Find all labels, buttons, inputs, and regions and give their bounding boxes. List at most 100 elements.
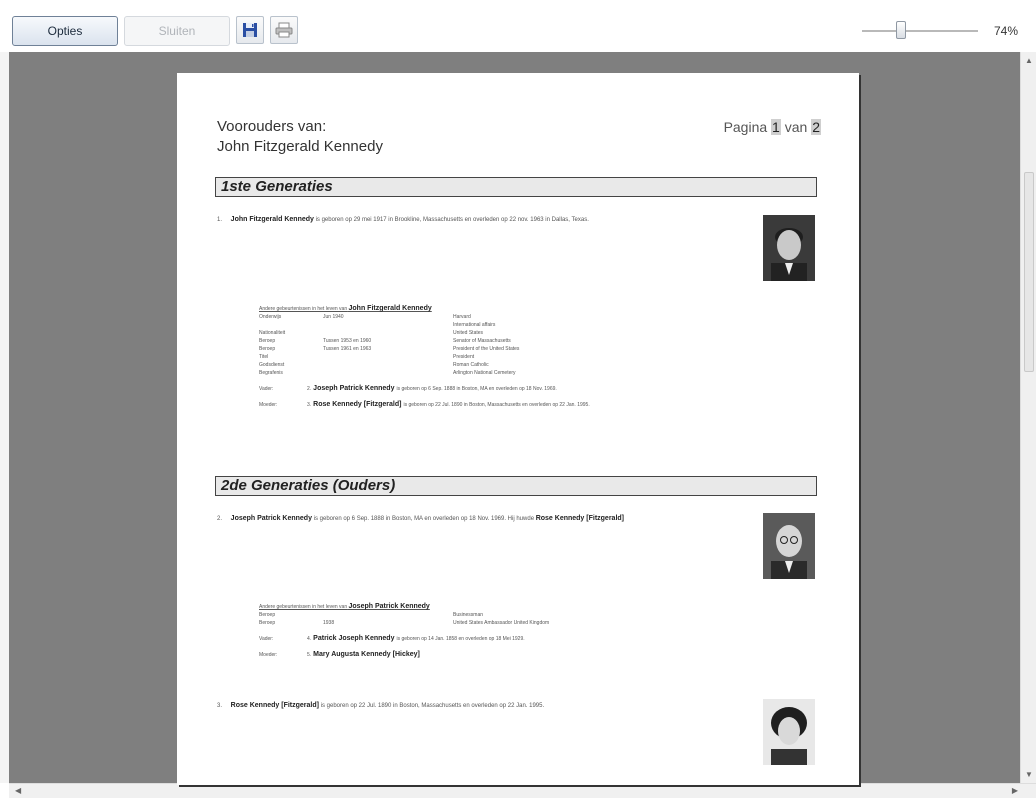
event-date: 1938 (323, 620, 335, 626)
person-description: is geboren op 6 Sep. 1888 in Boston, MA … (313, 516, 535, 522)
event-type: Beroep (259, 338, 276, 344)
person-name: John Fitzgerald Kennedy (230, 216, 314, 223)
other-events-person: John Fitzgerald Kennedy (348, 305, 432, 312)
report-title: Voorouders van: John Fitzgerald Kennedy (217, 117, 383, 157)
event-row: Beroep Businessman (259, 611, 799, 619)
father-description: is geboren op 14 Jan. 1858 en overleden … (396, 636, 525, 642)
print-button[interactable] (270, 16, 298, 44)
zoom-slider-thumb[interactable] (896, 21, 906, 39)
event-value: Businessman (453, 612, 484, 618)
father-name: Joseph Patrick Kennedy (313, 385, 395, 392)
event-date (323, 329, 453, 337)
father-row: Vader: 4. Patrick Joseph Kennedy is gebo… (259, 635, 799, 643)
horizontal-scrollbar[interactable]: ◀ ▶ (9, 783, 1036, 798)
father-row: Vader: 2. Joseph Patrick Kennedy is gebo… (259, 385, 799, 393)
entry-number: 3. (217, 703, 223, 709)
vertical-scroll-thumb[interactable] (1024, 172, 1034, 372)
event-date (323, 361, 453, 369)
event-rows: Beroep Businessman Beroep 1938 United States… (259, 611, 799, 627)
person-entry-1: 1. John Fitzgerald Kennedy is geboren op… (217, 215, 717, 225)
event-type: Beroep (259, 612, 276, 618)
other-events-label: Andere gebeurtenissen in het leven van (259, 306, 348, 312)
zoom-percentage: 74% (994, 24, 1019, 38)
event-row: Beroep Tussen 1953 en 1960 Senator of Mass… (259, 337, 799, 345)
other-events-label: Andere gebeurtenissen in het leven van (259, 604, 348, 610)
printer-icon (275, 22, 293, 38)
event-type: Titel (259, 354, 269, 360)
father-name: Patrick Joseph Kennedy (313, 635, 395, 642)
other-events-1: Andere gebeurtenissen in het leven van J… (259, 305, 799, 409)
pagina-mid: van (784, 119, 808, 135)
event-date: Tussen 1961 en 1963 (323, 346, 372, 352)
mother-label: Moeder: (259, 402, 278, 408)
event-date (323, 369, 453, 377)
father-label: Vader: (259, 636, 274, 642)
page-indicator: Pagina 1 van 2 (724, 119, 821, 135)
mother-number: 5. (307, 652, 312, 658)
save-button[interactable] (236, 16, 264, 44)
event-row: Beroep Tussen 1961 en 1963 President of th… (259, 345, 799, 353)
entry-number: 2. (217, 516, 223, 522)
event-type: Begrafenis (259, 370, 283, 376)
event-value: President (453, 354, 475, 360)
sluiten-button[interactable]: Sluiten (124, 16, 230, 46)
event-date: Jun 1940 (323, 314, 344, 320)
pagina-total: 2 (811, 119, 821, 135)
event-value: Roman Catholic (453, 362, 489, 368)
event-type: Beroep (259, 346, 276, 352)
toolbar: Opties Sluiten 74% (0, 0, 1036, 52)
event-type: Onderwijs (259, 314, 282, 320)
event-date (323, 321, 453, 329)
event-value: Arlington National Cemetery (453, 370, 516, 376)
father-description: is geboren op 6 Sep. 1888 in Boston, MA … (396, 386, 557, 392)
pagina-prefix: Pagina (723, 119, 768, 135)
other-events-person: Joseph Patrick Kennedy (348, 603, 430, 610)
event-row: Onderwijs Jun 1940 Harvard (259, 313, 799, 321)
event-date: Tussen 1953 en 1960 (323, 338, 372, 344)
portrait-photo-jfk (763, 215, 815, 281)
event-row: Beroep 1938 United States Ambassador Unite… (259, 619, 799, 627)
mother-name: Rose Kennedy [Fitzgerald] (313, 401, 402, 408)
portrait-photo-joseph (763, 513, 815, 579)
zoom-slider-track[interactable] (862, 30, 978, 32)
event-row: Godsdienst Roman Catholic (259, 361, 799, 369)
scroll-up-icon[interactable]: ▲ (1025, 56, 1033, 65)
report-page: Voorouders van: John Fitzgerald Kennedy … (177, 73, 859, 785)
event-date (323, 611, 453, 619)
father-number: 2. (307, 386, 312, 392)
event-type: Nationaliteit (259, 330, 286, 336)
event-value: President of the United States (453, 346, 520, 352)
father-number: 4. (307, 636, 312, 642)
scroll-right-icon[interactable]: ▶ (1012, 786, 1018, 795)
event-value: Harvard (453, 314, 471, 320)
left-strip (0, 52, 9, 783)
event-type: Beroep (259, 620, 276, 626)
event-value: United States (453, 330, 484, 336)
event-row: Nationaliteit United States (259, 329, 799, 337)
person-description: is geboren op 22 Jul. 1890 in Boston, Ma… (320, 703, 545, 709)
person-name: Joseph Patrick Kennedy (230, 515, 312, 522)
person-entry-2: 2. Joseph Patrick Kennedy is geboren op … (217, 514, 717, 524)
mother-number: 3. (307, 402, 312, 408)
other-events-heading: Andere gebeurtenissen in het leven van J… (259, 603, 799, 611)
event-rows: Onderwijs Jun 1940 Harvard International af… (259, 313, 799, 377)
scroll-left-icon[interactable]: ◀ (15, 786, 21, 795)
event-value: International affairs (453, 322, 496, 328)
scroll-down-icon[interactable]: ▼ (1025, 770, 1033, 779)
pagina-current: 1 (771, 119, 781, 135)
opties-button[interactable]: Opties (12, 16, 118, 46)
event-row: International affairs (259, 321, 799, 329)
event-row: Titel President (259, 353, 799, 361)
vertical-scrollbar[interactable]: ▲ ▼ (1020, 52, 1036, 783)
generation-2-heading: 2de Generaties (Ouders) (215, 476, 817, 496)
entry-number: 1. (217, 217, 223, 223)
floppy-disk-icon (243, 23, 257, 37)
person-description: is geboren op 29 mei 1917 in Brookline, … (315, 217, 589, 223)
mother-label: Moeder: (259, 652, 278, 658)
event-date (323, 353, 453, 361)
mother-name: Mary Augusta Kennedy [Hickey] (313, 651, 420, 658)
other-events-2: Andere gebeurtenissen in het leven van J… (259, 603, 799, 659)
report-title-line2: John Fitzgerald Kennedy (217, 138, 383, 155)
event-type (259, 321, 323, 329)
event-value: Senator of Massachusetts (453, 338, 511, 344)
